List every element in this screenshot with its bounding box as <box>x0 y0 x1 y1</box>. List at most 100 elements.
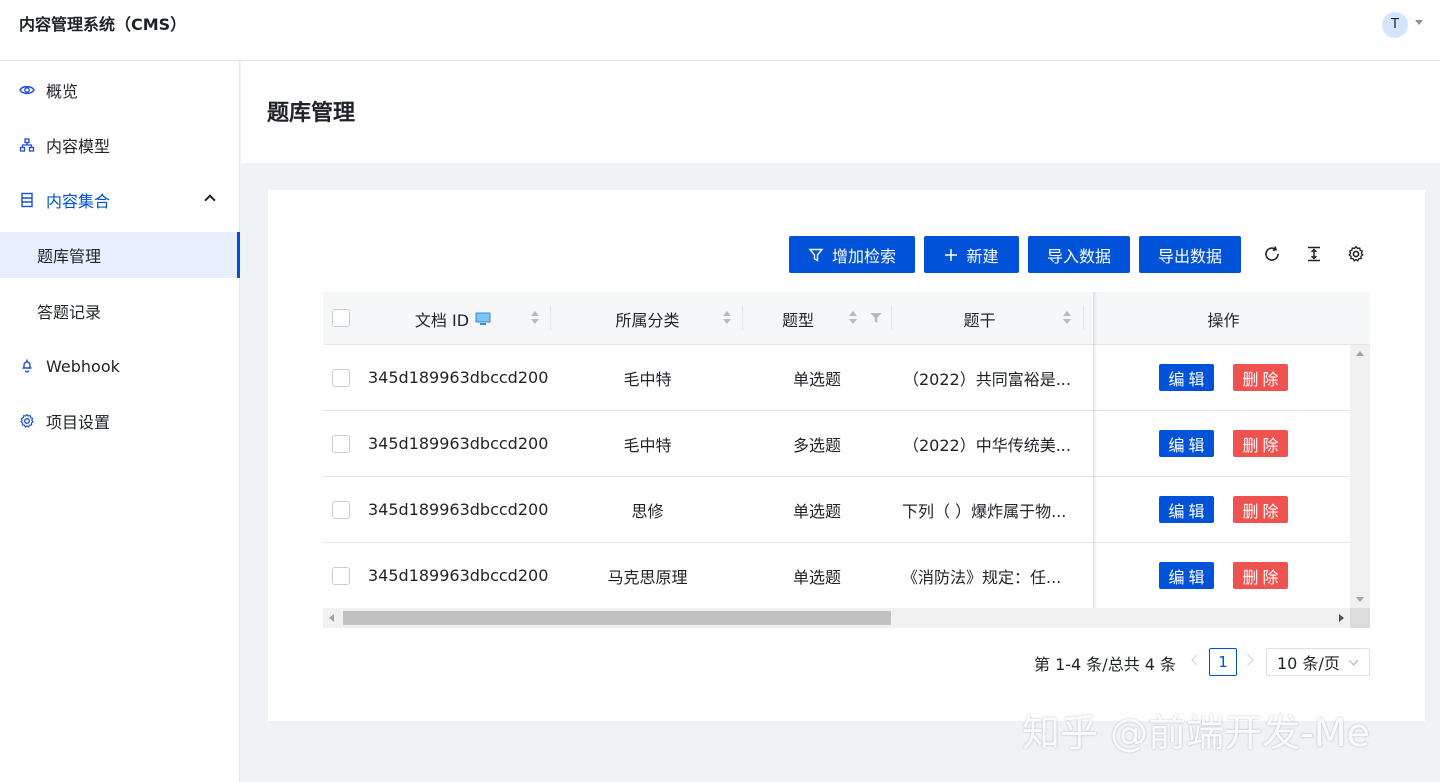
add-search-button[interactable]: 增加检索 <box>789 236 915 273</box>
fixed-column-shadow <box>1093 292 1097 608</box>
sidebar-item-label: 内容模型 <box>46 137 111 156</box>
cell-stem: （2022）共同富裕是... <box>903 369 1071 389</box>
settings-icon[interactable] <box>1346 244 1366 264</box>
monitor-icon <box>475 312 491 326</box>
eye-icon <box>19 82 35 98</box>
page-size-select[interactable]: 10 条/页 <box>1266 648 1370 676</box>
sort-icon[interactable] <box>723 311 731 325</box>
edit-button[interactable]: 编辑 <box>1159 364 1214 391</box>
table-header: 文档 ID 所属分类 题型 题干 操作 <box>323 292 1370 345</box>
page-title: 题库管理 <box>267 101 356 126</box>
select-all-checkbox[interactable] <box>332 309 350 327</box>
sidebar-item-label: 内容集合 <box>46 192 111 211</box>
content-card: 增加检索 新建 导入数据 导出数据 文档 ID 所属分类 题型 题干 操作 34… <box>268 190 1425 721</box>
cell-doc-id[interactable]: 345d189963dbccd200... <box>368 411 548 476</box>
column-height-icon[interactable] <box>1304 244 1324 264</box>
row-checkbox[interactable] <box>332 435 350 453</box>
refresh-icon[interactable] <box>1262 244 1282 264</box>
column-header-actions: 操作 <box>1207 310 1240 330</box>
cell-type: 单选题 <box>792 567 841 587</box>
cell-doc-id[interactable]: 345d189963dbccd200... <box>368 477 548 542</box>
sidebar-item-webhook[interactable]: Webhook <box>0 343 240 389</box>
delete-button[interactable]: 删除 <box>1233 430 1288 457</box>
cell-category: 毛中特 <box>623 369 672 389</box>
horizontal-scroll-thumb[interactable] <box>343 611 891 625</box>
scroll-down-icon[interactable] <box>1356 597 1364 602</box>
cell-type: 多选题 <box>792 435 841 455</box>
import-data-button[interactable]: 导入数据 <box>1028 236 1130 273</box>
filter-icon[interactable] <box>870 312 882 324</box>
column-header-category[interactable]: 所属分类 <box>551 292 744 345</box>
sidebar-item-label: Webhook <box>46 356 120 376</box>
watermark: 知乎 @前端开发-Me <box>1022 711 1370 755</box>
edit-button[interactable]: 编辑 <box>1159 430 1214 457</box>
page-header: 题库管理 <box>241 61 1440 163</box>
cell-category: 思修 <box>631 501 664 521</box>
sidebar-item-overview[interactable]: 概览 <box>0 67 240 113</box>
cell-stem: 下列（ ）爆炸属于物... <box>902 501 1067 521</box>
question-table: 文档 ID 所属分类 题型 题干 操作 345d189963dbccd200..… <box>323 292 1370 628</box>
edit-button[interactable]: 编辑 <box>1159 496 1214 523</box>
cell-doc-id[interactable]: 345d189963dbccd200... <box>368 345 548 410</box>
top-header: 内容管理系统（CMS） T <box>0 0 1440 61</box>
sidebar-item-label: 答题记录 <box>37 303 102 322</box>
column-divider <box>1083 306 1084 330</box>
column-header-stem[interactable]: 题干 <box>892 292 1067 345</box>
cell-category: 毛中特 <box>623 435 672 455</box>
sidebar-item-label: 项目设置 <box>46 413 111 432</box>
cell-stem: （2022）中华传统美... <box>903 435 1071 455</box>
database-icon <box>19 192 35 208</box>
sidebar-item-project-settings[interactable]: 项目设置 <box>0 398 240 444</box>
cell-category: 马克思原理 <box>607 567 688 587</box>
export-data-button[interactable]: 导出数据 <box>1139 236 1241 273</box>
cell-doc-id[interactable]: 345d189963dbccd200... <box>368 543 548 608</box>
app-title: 内容管理系统（CMS） <box>19 15 187 34</box>
delete-button[interactable]: 删除 <box>1233 562 1288 589</box>
chevron-down-icon[interactable] <box>1415 20 1423 25</box>
sort-icon[interactable] <box>531 311 539 325</box>
cell-stem: 《消防法》规定：任... <box>902 567 1062 587</box>
plus-icon <box>944 248 958 262</box>
chevron-up-icon[interactable] <box>204 194 216 206</box>
sort-icon[interactable] <box>849 311 857 325</box>
sidebar-item-content-model[interactable]: 内容模型 <box>0 122 240 168</box>
sidebar: 概览 内容模型 内容集合 题库管理 答题记录 Webhook 项目设置 <box>0 61 240 782</box>
cell-type: 单选题 <box>792 369 841 389</box>
chevron-down-icon <box>1348 655 1359 666</box>
next-page-icon[interactable] <box>1242 654 1254 666</box>
column-header-doc-id[interactable]: 文档 ID <box>383 292 523 345</box>
delete-button[interactable]: 删除 <box>1233 496 1288 523</box>
horizontal-scrollbar[interactable] <box>323 608 1350 628</box>
filter-icon <box>808 247 824 263</box>
pagination-total: 第 1-4 条/总共 4 条 <box>1034 655 1177 674</box>
scroll-right-icon[interactable] <box>1339 614 1344 622</box>
sitemap-icon <box>19 137 35 153</box>
row-checkbox[interactable] <box>332 369 350 387</box>
scrollbar-corner <box>1350 608 1370 628</box>
new-button[interactable]: 新建 <box>924 236 1019 273</box>
page-number[interactable]: 1 <box>1209 648 1237 676</box>
sort-icon[interactable] <box>1063 311 1071 325</box>
sidebar-item-label: 题库管理 <box>37 247 102 266</box>
cell-type: 单选题 <box>792 501 841 521</box>
table-row: 345d189963dbccd200... 毛中特 单选题 （2022）共同富裕… <box>323 345 1350 411</box>
vertical-scrollbar[interactable] <box>1350 345 1370 608</box>
scroll-up-icon[interactable] <box>1356 351 1364 356</box>
table-row: 345d189963dbccd200... 毛中特 多选题 （2022）中华传统… <box>323 411 1350 477</box>
sidebar-item-question-bank[interactable]: 题库管理 <box>0 232 240 278</box>
sidebar-item-label: 概览 <box>46 82 79 101</box>
hook-icon <box>19 358 35 374</box>
table-row: 345d189963dbccd200... 思修 单选题 下列（ ）爆炸属于物.… <box>323 477 1350 543</box>
row-checkbox[interactable] <box>332 501 350 519</box>
row-checkbox[interactable] <box>332 567 350 585</box>
gear-icon <box>19 413 35 429</box>
sidebar-item-answer-records[interactable]: 答题记录 <box>0 288 240 334</box>
prev-page-icon[interactable] <box>1191 654 1203 666</box>
edit-button[interactable]: 编辑 <box>1159 562 1214 589</box>
delete-button[interactable]: 删除 <box>1233 364 1288 391</box>
user-avatar[interactable]: T <box>1382 12 1408 38</box>
sidebar-item-content-collection[interactable]: 内容集合 <box>0 177 240 223</box>
scroll-left-icon[interactable] <box>329 614 334 622</box>
table-row: 345d189963dbccd200... 马克思原理 单选题 《消防法》规定：… <box>323 543 1350 608</box>
column-header-type[interactable]: 题型 <box>743 292 853 345</box>
